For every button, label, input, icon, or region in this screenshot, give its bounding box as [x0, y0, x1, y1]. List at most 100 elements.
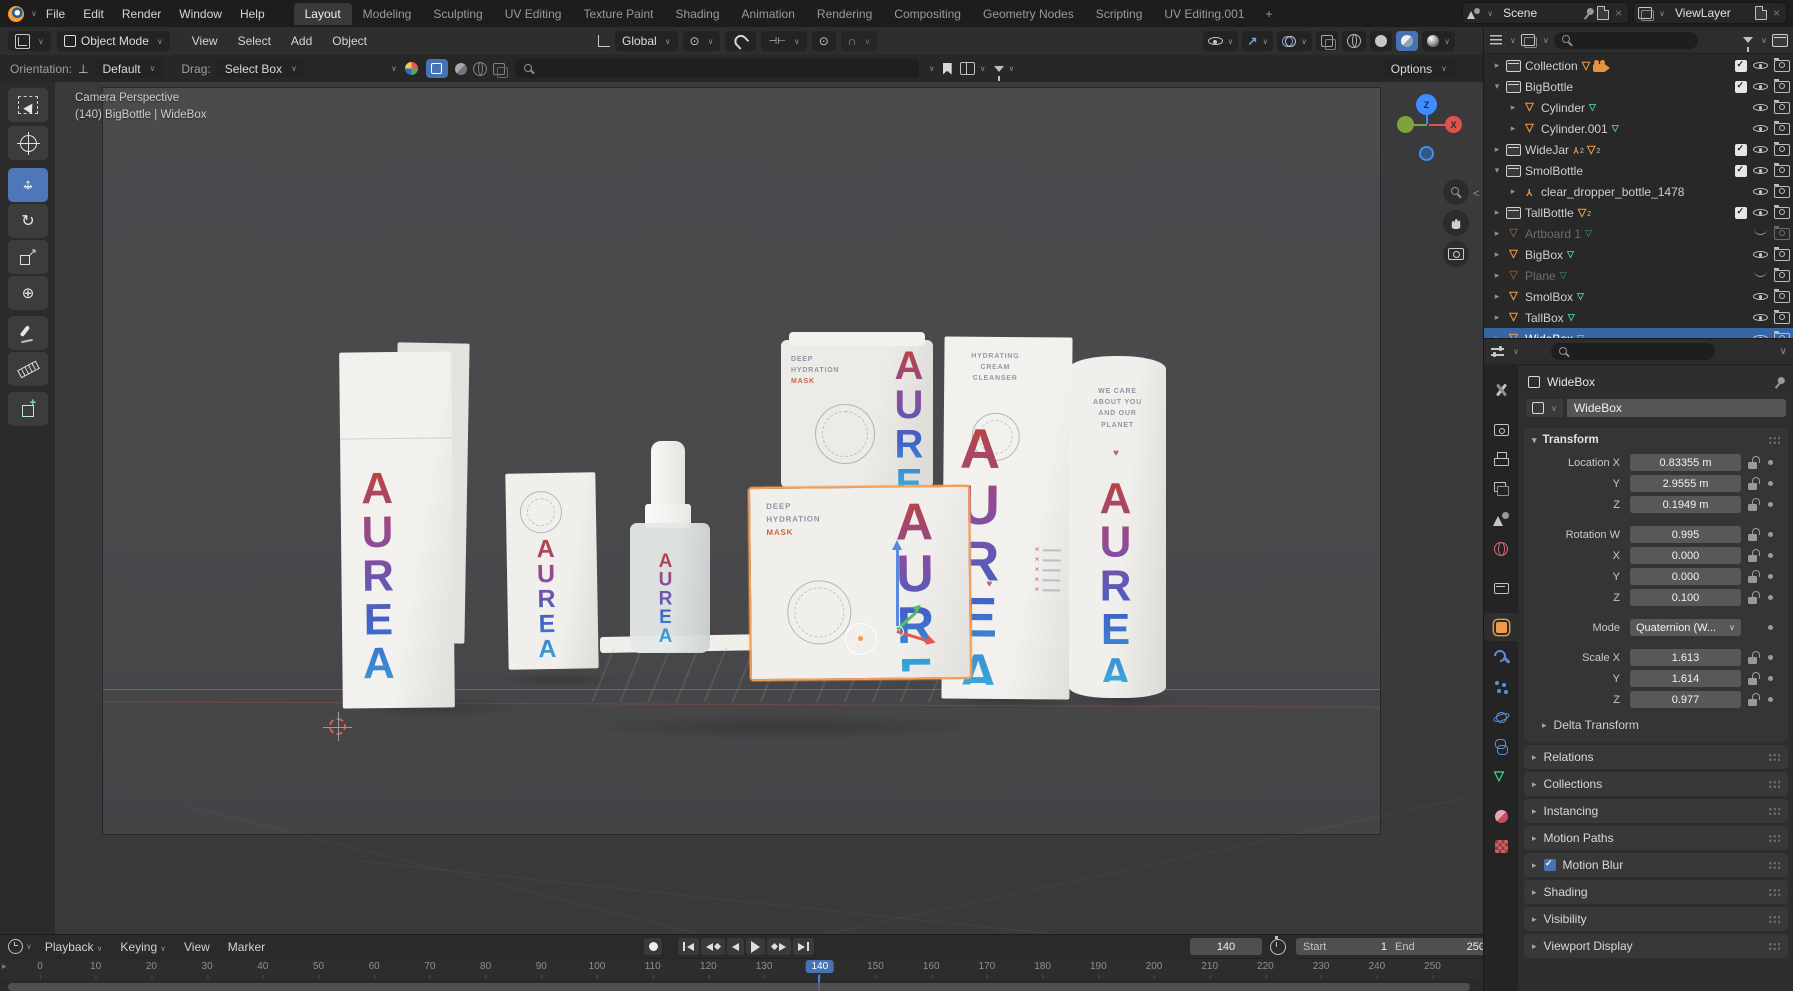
grip-icon[interactable]	[1768, 752, 1780, 762]
properties-tab-constraints[interactable]	[1484, 733, 1518, 761]
outliner-row[interactable]: ▸ WideJar	[1484, 139, 1793, 160]
properties-tab-collection[interactable]	[1484, 574, 1518, 602]
panel-section-visibility[interactable]: ▸ Visibility	[1524, 907, 1788, 931]
jump-to-end-button[interactable]	[793, 938, 814, 955]
add-workspace-button[interactable]: +	[1255, 7, 1282, 21]
workspace-tab[interactable]: Texture Paint	[572, 3, 664, 25]
mode-dropdown[interactable]: Object Mode ∨	[56, 31, 170, 51]
timeline-editor-icon[interactable]	[8, 939, 23, 954]
grip-icon[interactable]	[1768, 806, 1780, 816]
object-name-field[interactable]: WideBox	[1566, 399, 1786, 417]
hide-viewport-toggle[interactable]	[1753, 227, 1768, 240]
animate-dot[interactable]	[1768, 460, 1773, 465]
snap-settings-dropdown[interactable]: ⊣⊢ ∨	[761, 31, 807, 51]
toolbar-search-field[interactable]	[514, 59, 919, 78]
lock-icon[interactable]	[1747, 477, 1760, 490]
new-viewlayer-icon[interactable]	[1754, 6, 1767, 20]
grip-icon[interactable]	[1768, 860, 1780, 870]
disable-render-toggle[interactable]	[1774, 267, 1790, 282]
workspace-tab[interactable]: Compositing	[883, 3, 972, 25]
transform-input[interactable]: 0.977	[1630, 691, 1741, 708]
gizmos-toggle[interactable]: ↗ ∨	[1242, 31, 1274, 51]
animate-dot[interactable]	[1768, 676, 1773, 681]
properties-tab-modifiers[interactable]	[1484, 643, 1518, 671]
transform-orientation-dropdown[interactable]: Global ∨	[615, 31, 678, 51]
transform-input[interactable]: 0.995	[1630, 526, 1741, 543]
hide-viewport-toggle[interactable]	[1753, 311, 1768, 324]
expander-icon[interactable]: ▸	[1492, 207, 1502, 218]
new-collection-button[interactable]	[1772, 33, 1788, 47]
prev-keyframe-button[interactable]	[701, 938, 725, 955]
lock-icon[interactable]	[1747, 498, 1760, 511]
transform-input[interactable]: 1.613	[1630, 649, 1741, 666]
workspace-tab[interactable]: Scripting	[1085, 3, 1154, 25]
animate-dot[interactable]	[1768, 481, 1773, 486]
disable-render-toggle[interactable]	[1774, 225, 1790, 240]
timeline-scrollbar[interactable]	[8, 983, 1470, 991]
axis-x-ball[interactable]: X	[1445, 116, 1462, 133]
bookmark-icon[interactable]	[942, 62, 952, 75]
grip-icon[interactable]	[1768, 941, 1780, 951]
transform-input[interactable]: 1.614	[1630, 670, 1741, 687]
disable-render-toggle[interactable]	[1774, 78, 1790, 93]
pan-hand-button[interactable]	[1443, 210, 1469, 236]
viewlayer-selector[interactable]: ∨ ViewLayer ×	[1633, 2, 1787, 24]
show-gizmo-dropdown[interactable]: ∨	[1202, 31, 1239, 51]
transform-input[interactable]: Quaternion (W... ∨	[1630, 619, 1741, 636]
expander-icon[interactable]: ▸	[1492, 144, 1502, 155]
overlays-toggle[interactable]: ∨	[1277, 31, 1313, 51]
animate-dot[interactable]	[1768, 574, 1773, 579]
workspace-tab[interactable]: Layout	[293, 2, 352, 25]
hide-viewport-toggle[interactable]	[1753, 248, 1768, 261]
disable-render-toggle[interactable]	[1774, 57, 1790, 72]
remove-viewlayer-icon[interactable]: ×	[1771, 6, 1782, 20]
shading-wireframe-button[interactable]	[1342, 31, 1367, 51]
hide-viewport-toggle[interactable]	[1753, 59, 1768, 72]
properties-tab-scene[interactable]	[1484, 505, 1518, 533]
transform-input[interactable]: 2.9555 m	[1630, 475, 1741, 492]
disable-render-toggle[interactable]	[1774, 204, 1790, 219]
play-button[interactable]	[746, 938, 765, 955]
expander-icon[interactable]: ▸	[1492, 312, 1502, 323]
transform-input[interactable]: 0.100	[1630, 589, 1741, 606]
menu-window[interactable]: Window	[170, 7, 231, 21]
shading-rendered-button[interactable]: ∨	[1422, 31, 1455, 51]
disable-render-toggle[interactable]	[1774, 141, 1790, 156]
workspace-tab[interactable]: UV Editing	[494, 3, 573, 25]
animate-dot[interactable]	[1768, 625, 1773, 630]
lock-icon[interactable]	[1747, 651, 1760, 664]
transform-input[interactable]: 0.000	[1630, 568, 1741, 585]
camera-view-button[interactable]	[1443, 241, 1469, 267]
product-smolbox[interactable]: AUREA	[505, 472, 599, 670]
object-id-dropdown[interactable]: ∨	[1526, 399, 1563, 417]
jump-to-start-button[interactable]	[678, 938, 699, 955]
tool-cursor[interactable]	[8, 126, 48, 160]
properties-tab-world[interactable]	[1484, 535, 1518, 563]
workspace-tab[interactable]: Rendering	[806, 3, 883, 25]
pin-id-icon[interactable]	[1771, 374, 1787, 390]
disable-render-toggle[interactable]	[1774, 309, 1790, 324]
properties-tab-data[interactable]	[1484, 763, 1518, 791]
grip-icon[interactable]	[1768, 833, 1780, 843]
auto-key-record-button[interactable]	[644, 938, 662, 955]
panel-section-motion-paths[interactable]: ▸ Motion Paths	[1524, 826, 1788, 850]
hide-viewport-toggle[interactable]	[1753, 122, 1768, 135]
tool-scale[interactable]	[8, 240, 48, 274]
outliner-row[interactable]: ▸ TallBottle	[1484, 202, 1793, 223]
timeline-ruler[interactable]: 0 10 20 30 40 50 60 70 80 90 100 110 120 130 140 150 160…	[0, 958, 1483, 979]
menu-render[interactable]: Render	[113, 7, 170, 21]
viewport-menu-add[interactable]: Add	[281, 34, 322, 48]
next-keyframe-button[interactable]	[767, 938, 791, 955]
viewport-3d[interactable]: AUREA AUREA AUREA DEEP HYDRATION MASK AU…	[55, 82, 1483, 934]
properties-editor-icon[interactable]	[1491, 346, 1504, 357]
properties-tab-tool[interactable]	[1484, 376, 1518, 404]
selectable-checkbox[interactable]	[1735, 143, 1747, 156]
pin-icon[interactable]	[1580, 5, 1596, 21]
lock-icon[interactable]	[1747, 456, 1760, 469]
shading-material-button[interactable]	[1396, 31, 1419, 51]
animate-dot[interactable]	[1768, 655, 1773, 660]
new-scene-icon[interactable]	[1597, 6, 1610, 20]
disable-render-toggle[interactable]	[1774, 288, 1790, 303]
hide-viewport-toggle[interactable]	[1753, 269, 1768, 282]
shading-solid-button[interactable]	[1370, 31, 1393, 51]
